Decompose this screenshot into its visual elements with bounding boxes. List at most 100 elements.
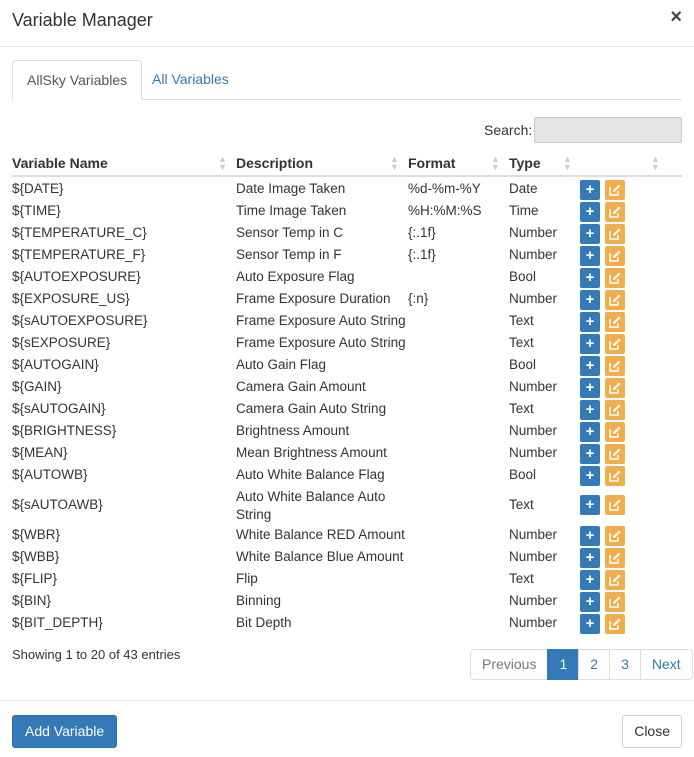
type-cell: Text: [509, 335, 534, 350]
edit-row-button[interactable]: [605, 246, 625, 266]
close-icon[interactable]: ×: [670, 6, 682, 29]
type-cell: Number: [509, 291, 558, 306]
edit-row-button[interactable]: [605, 202, 625, 222]
type-cell: Number: [509, 527, 558, 542]
description-cell: Auto Gain Flag: [236, 357, 327, 372]
tab-allsky-variables[interactable]: AllSky Variables: [12, 60, 143, 100]
pagination-previous[interactable]: Previous: [470, 649, 549, 680]
format-cell: {:.1f}: [408, 247, 436, 262]
description-cell: Frame Exposure Auto String: [236, 335, 406, 350]
variable-name-cell: ${sAUTOEXPOSURE}: [12, 313, 148, 328]
add-row-button[interactable]: +: [580, 548, 600, 568]
sort-icon[interactable]: ▲ ▼: [651, 155, 660, 172]
edit-row-button[interactable]: [605, 422, 625, 442]
column-header-type[interactable]: Type: [509, 155, 541, 171]
description-cell: Camera Gain Amount: [236, 379, 366, 394]
sort-icon[interactable]: ▲ ▼: [218, 155, 227, 172]
edit-row-button[interactable]: [605, 570, 625, 590]
edit-row-button[interactable]: [605, 592, 625, 612]
type-cell: Text: [509, 313, 534, 328]
add-row-button[interactable]: +: [580, 268, 600, 288]
edit-row-button[interactable]: [605, 526, 625, 546]
edit-icon: [609, 448, 621, 460]
table-row: ${FLIP} Flip Text +: [12, 568, 682, 590]
edit-row-button[interactable]: [605, 444, 625, 464]
description-cell: Auto Exposure Flag: [236, 269, 355, 284]
edit-row-button[interactable]: [605, 334, 625, 354]
add-row-button[interactable]: +: [580, 180, 600, 200]
column-header-format[interactable]: Format: [408, 155, 455, 171]
search-input[interactable]: [534, 117, 682, 143]
type-cell: Date: [509, 181, 538, 196]
table-row: ${GAIN} Camera Gain Amount Number +: [12, 376, 682, 398]
pagination-next[interactable]: Next: [639, 649, 693, 680]
edit-icon: [609, 499, 621, 511]
add-row-button[interactable]: +: [580, 356, 600, 376]
add-row-button[interactable]: +: [580, 224, 600, 244]
format-cell: {:n}: [408, 291, 429, 306]
add-row-button[interactable]: +: [580, 422, 600, 442]
add-row-button[interactable]: +: [580, 570, 600, 590]
description-cell: Sensor Temp in F: [236, 247, 342, 262]
table-row: ${DATE} Date Image Taken %d-%m-%Y Date +: [12, 178, 682, 200]
variable-name-cell: ${MEAN}: [12, 445, 68, 460]
variable-name-cell: ${sEXPOSURE}: [12, 335, 111, 350]
add-row-button[interactable]: +: [580, 400, 600, 420]
edit-row-button[interactable]: [605, 224, 625, 244]
add-row-button[interactable]: +: [580, 444, 600, 464]
edit-row-button[interactable]: [605, 180, 625, 200]
column-header-description[interactable]: Description: [236, 155, 313, 171]
edit-row-button[interactable]: [605, 466, 625, 486]
table-row: ${sAUTOGAIN} Camera Gain Auto String Text +: [12, 398, 682, 420]
edit-icon: [609, 316, 621, 328]
edit-row-button[interactable]: [605, 312, 625, 332]
add-row-button[interactable]: +: [580, 526, 600, 546]
sort-icon[interactable]: ▲ ▼: [390, 155, 399, 172]
table-row: ${WBR} White Balance RED Amount Number +: [12, 524, 682, 546]
edit-icon: [609, 360, 621, 372]
add-row-button[interactable]: +: [580, 202, 600, 222]
edit-row-button[interactable]: [605, 290, 625, 310]
add-row-button[interactable]: +: [580, 290, 600, 310]
sort-icon[interactable]: ▲ ▼: [563, 155, 572, 172]
close-button[interactable]: Close: [622, 715, 682, 748]
tab-all-variables[interactable]: All Variables: [138, 60, 243, 99]
table-row: ${AUTOGAIN} Auto Gain Flag Bool +: [12, 354, 682, 376]
description-cell: Frame Exposure Auto String: [236, 313, 406, 328]
add-row-button[interactable]: +: [580, 614, 600, 634]
add-row-button[interactable]: +: [580, 312, 600, 332]
description-cell: Auto White Balance Auto String: [236, 489, 386, 522]
add-row-button[interactable]: +: [580, 592, 600, 612]
add-variable-button[interactable]: Add Variable: [12, 715, 118, 748]
edit-row-button[interactable]: [605, 268, 625, 288]
pagination-page-1[interactable]: 1: [547, 649, 580, 680]
variable-name-cell: ${BIT_DEPTH}: [12, 615, 103, 630]
description-cell: Brightness Amount: [236, 423, 350, 438]
type-cell: Bool: [509, 269, 537, 284]
add-row-button[interactable]: +: [580, 466, 600, 486]
column-header-variable-name[interactable]: Variable Name: [12, 155, 108, 171]
edit-icon: [609, 596, 621, 608]
edit-row-button[interactable]: [605, 400, 625, 420]
pagination-page-3[interactable]: 3: [609, 649, 641, 680]
add-row-button[interactable]: +: [580, 334, 600, 354]
add-row-button[interactable]: +: [580, 246, 600, 266]
variable-name-cell: ${BIN}: [12, 593, 52, 608]
edit-icon: [609, 574, 621, 586]
edit-row-button[interactable]: [605, 614, 625, 634]
edit-row-button[interactable]: [605, 378, 625, 398]
sort-icon[interactable]: ▲ ▼: [491, 155, 500, 172]
pagination-page-2[interactable]: 2: [578, 649, 611, 680]
add-row-button[interactable]: +: [580, 378, 600, 398]
variable-name-cell: ${EXPOSURE_US}: [12, 291, 130, 306]
edit-icon: [609, 530, 621, 542]
add-row-button[interactable]: +: [580, 495, 600, 515]
description-cell: Time Image Taken: [236, 203, 347, 218]
variable-name-cell: ${AUTOEXPOSURE}: [12, 269, 141, 284]
description-cell: White Balance Blue Amount: [236, 549, 404, 564]
edit-row-button[interactable]: [605, 495, 625, 515]
edit-row-button[interactable]: [605, 548, 625, 568]
edit-row-button[interactable]: [605, 356, 625, 376]
edit-icon: [609, 552, 621, 564]
description-cell: Bit Depth: [236, 615, 292, 630]
